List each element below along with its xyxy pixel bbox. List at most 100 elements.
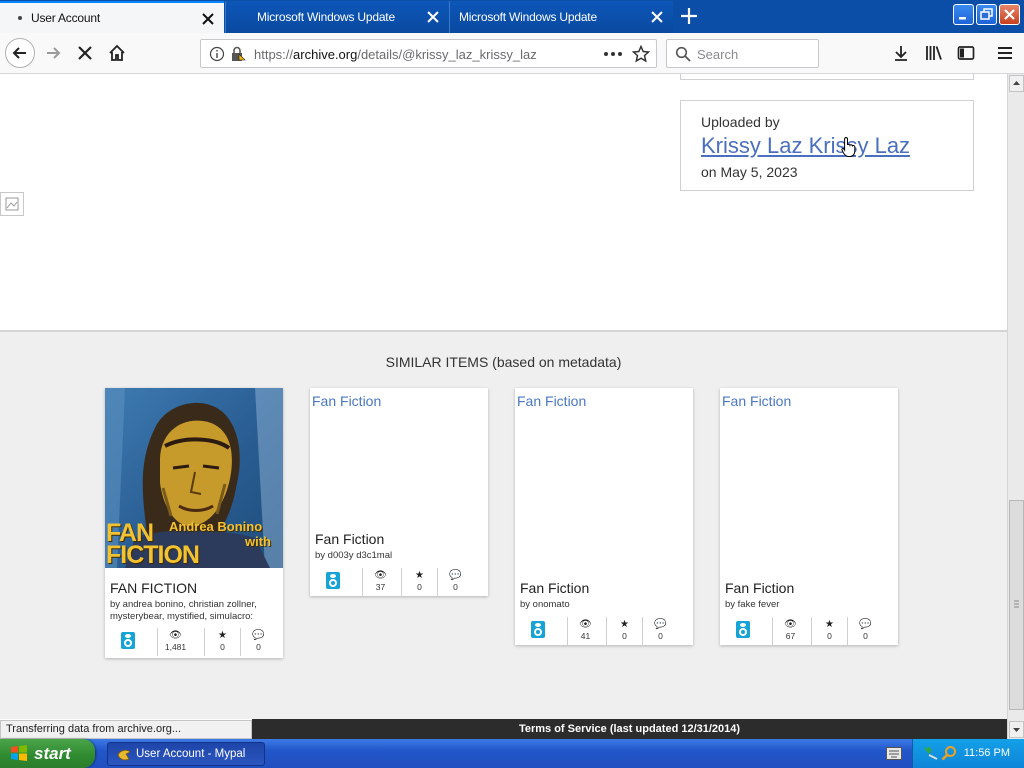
cover-artist-line-1: Andrea Bonino [169, 519, 263, 534]
back-arrow-icon [12, 47, 26, 59]
search-tray-icon[interactable] [941, 745, 957, 761]
home-button[interactable] [102, 38, 132, 68]
scroll-up-button[interactable] [1009, 75, 1024, 92]
close-window-button[interactable] [999, 4, 1020, 25]
audio-icon [121, 632, 135, 649]
uploaded-by-label: Uploaded by [701, 114, 780, 130]
similar-item-card[interactable]: FAN FICTION Andrea Bonino with FAN FICTION… [105, 388, 283, 658]
system-tray: 11:56 PM [912, 739, 1024, 768]
reviews-count: 0 [256, 642, 261, 652]
tab-close-icon[interactable] [201, 12, 215, 26]
star-icon: ★ [218, 630, 227, 641]
item-title[interactable]: Fan Fiction [725, 580, 794, 596]
views-count: 41 [580, 631, 591, 641]
library-icon[interactable] [925, 44, 943, 62]
eye-icon: 👁 [374, 570, 387, 581]
eye-icon: 👁 [579, 619, 592, 630]
audio-icon [736, 621, 750, 638]
reviews-stat: 💬 0 [240, 628, 276, 656]
downloads-icon[interactable] [892, 44, 910, 62]
new-tab-plus-icon[interactable] [678, 5, 700, 27]
scroll-down-button[interactable] [1009, 721, 1024, 738]
hand-cursor-icon [841, 136, 856, 157]
tab-user-account[interactable]: User Account [0, 1, 224, 33]
tab-loading-dot [18, 16, 22, 20]
star-icon: ★ [620, 619, 629, 630]
insecure-lock-icon[interactable] [230, 46, 246, 62]
item-title[interactable]: Fan Fiction [315, 531, 384, 547]
minimize-button[interactable] [953, 4, 974, 25]
url-text[interactable]: https://archive.org/details/@krissy_laz_… [254, 47, 537, 62]
restore-button[interactable] [976, 4, 997, 25]
forward-button[interactable] [38, 38, 68, 68]
item-image-alt-title[interactable]: Fan Fiction [722, 393, 791, 409]
item-stats: 👁 37 ★ 0 💬 0 [315, 568, 485, 596]
reviews-stat: 💬 0 [642, 617, 678, 645]
item-image-alt-title[interactable]: Fan Fiction [312, 393, 381, 409]
item-creator: by andrea bonino, christian zollner, mys… [110, 599, 257, 622]
start-button[interactable]: start [0, 739, 95, 768]
uploader-link[interactable]: Krissy Laz Krissy Laz [701, 133, 910, 159]
broken-image-icon [0, 192, 24, 216]
tab-windows-update-2[interactable]: Microsoft Windows Update [449, 1, 673, 33]
views-stat: 👁 41 [567, 617, 603, 645]
item-stats: 👁 67 ★ 0 💬 0 [725, 617, 895, 645]
favorites-stat: ★ 0 [811, 617, 847, 645]
uploader-box: Uploaded by Krissy Laz Krissy Laz on May… [680, 100, 974, 191]
album-cover-image[interactable]: FAN FICTION Andrea Bonino with [105, 388, 283, 568]
windows-taskbar: start User Account - Mypal 11:56 PM [0, 739, 1024, 768]
hamburger-menu-icon[interactable] [996, 44, 1014, 62]
search-bar[interactable]: Search [666, 39, 819, 68]
favorites-count: 0 [827, 631, 832, 641]
similar-item-card[interactable]: Fan Fiction Fan Fiction by d003y d3c1mal… [310, 388, 488, 596]
terms-of-service-footer[interactable]: Terms of Service (last updated 12/31/201… [252, 719, 1007, 739]
stop-button[interactable] [70, 38, 100, 68]
reviews-count: 0 [658, 631, 663, 641]
back-button[interactable] [5, 38, 35, 68]
item-title[interactable]: Fan Fiction [520, 580, 589, 596]
reviews-stat: 💬 0 [437, 568, 473, 596]
scrollbar-thumb[interactable] [1009, 500, 1024, 710]
item-stats: 👁 1,481 ★ 0 💬 0 [110, 628, 280, 656]
favorites-count: 0 [417, 582, 422, 592]
start-label: start [34, 743, 71, 763]
favorites-count: 0 [220, 642, 225, 652]
mediatype-audio [520, 617, 556, 645]
favorites-stat: ★ 0 [401, 568, 437, 596]
item-title[interactable]: FAN FICTION [110, 580, 197, 596]
search-input[interactable]: Search [697, 47, 738, 62]
tab-close-icon[interactable] [650, 10, 664, 24]
bookmark-star-icon[interactable] [632, 45, 650, 63]
tab-close-icon[interactable] [426, 10, 440, 24]
tab-windows-update-1[interactable]: Microsoft Windows Update [225, 1, 449, 33]
similar-item-card[interactable]: Fan Fiction Fan Fiction by onomato 👁 41 ★… [515, 388, 693, 645]
browser-window: User Account Microsoft Windows Update Mi… [0, 0, 1024, 768]
item-stats: 👁 41 ★ 0 💬 0 [520, 617, 690, 645]
comment-icon: 💬 [252, 630, 265, 641]
mediatype-audio [110, 628, 146, 656]
sidebar-icon[interactable] [957, 44, 975, 62]
keyboard-icon[interactable] [886, 747, 902, 760]
taskbar-window-item[interactable]: User Account - Mypal [107, 742, 265, 766]
eye-icon: 👁 [784, 619, 797, 630]
views-stat: 👁 1,481 [157, 628, 193, 656]
mypal-app-icon [117, 749, 131, 761]
favorites-count: 0 [622, 631, 627, 641]
comment-icon: 💬 [449, 570, 462, 581]
url-bar[interactable]: https://archive.org/details/@krissy_laz_… [200, 39, 657, 68]
windows-logo-icon [11, 745, 27, 761]
reviews-count: 0 [863, 631, 868, 641]
favorites-stat: ★ 0 [606, 617, 642, 645]
reviews-stat: 💬 0 [847, 617, 883, 645]
item-image-alt-title[interactable]: Fan Fiction [517, 393, 586, 409]
network-icon[interactable] [923, 745, 939, 761]
vertical-scrollbar[interactable] [1007, 74, 1024, 739]
search-icon [675, 46, 691, 62]
forward-arrow-icon [47, 47, 61, 59]
tab-title: User Account [31, 11, 100, 25]
stop-x-icon [78, 46, 92, 60]
tab-title: Microsoft Windows Update [257, 10, 395, 24]
similar-item-card[interactable]: Fan Fiction Fan Fiction by fake fever 👁 6… [720, 388, 898, 645]
info-icon[interactable] [209, 46, 225, 62]
page-actions-more-icon[interactable] [603, 48, 623, 60]
